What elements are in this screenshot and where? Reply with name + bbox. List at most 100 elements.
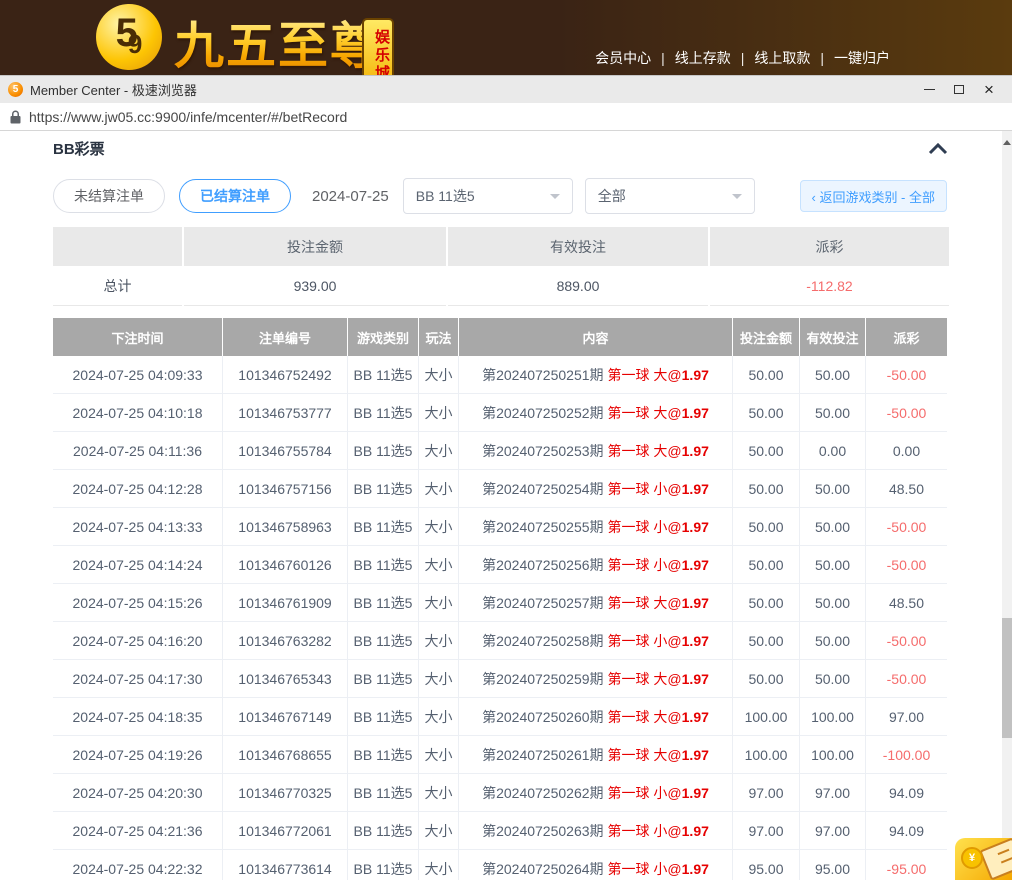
bet-time: 2024-07-25 04:11:36 [53, 432, 223, 470]
bet-id: 101346772061 [223, 812, 348, 850]
bet-content: 第202407250252期 第一球 大@1.97 [459, 394, 733, 432]
collapse-button[interactable] [927, 141, 949, 156]
date-label[interactable]: 2024-07-25 [312, 188, 389, 205]
panel-title: BB彩票 [53, 138, 105, 159]
back-to-category-button[interactable]: ‹ 返回游戏类别 - 全部 [800, 180, 948, 212]
bet-odds: 1.97 [682, 595, 709, 611]
bet-content: 第202407250262期 第一球 小@1.97 [459, 774, 733, 812]
address-bar[interactable]: https://www.jw05.cc:9900/infe/mcenter/#/… [0, 103, 1012, 131]
bet-amount: 50.00 [733, 508, 800, 546]
valid-amount: 50.00 [800, 356, 866, 394]
play-type: 大小 [419, 546, 459, 584]
bet-pick: 第一球 小@1.97 [608, 479, 709, 499]
play-type: 大小 [419, 774, 459, 812]
minimize-icon [924, 89, 935, 90]
browser-favicon-icon: 5 [8, 82, 23, 97]
bet-pick: 第一球 大@1.97 [608, 403, 709, 423]
bet-amount: 95.00 [733, 850, 800, 880]
bet-time: 2024-07-25 04:21:36 [53, 812, 223, 850]
close-icon: × [984, 81, 994, 98]
bet-period: 第202407250262期 [482, 783, 603, 803]
payout-amount: -50.00 [866, 622, 947, 660]
game-category: BB 11选5 [348, 660, 419, 698]
scope-select[interactable]: 全部 [585, 178, 755, 214]
bet-amount: 97.00 [733, 774, 800, 812]
valid-amount: 100.00 [800, 698, 866, 736]
scroll-up-icon[interactable] [1003, 136, 1011, 145]
bet-id: 101346757156 [223, 470, 348, 508]
nav-link-withdraw[interactable]: 线上取款 [754, 48, 810, 68]
bet-content: 第202407250254期 第一球 小@1.97 [459, 470, 733, 508]
play-type: 大小 [419, 584, 459, 622]
summary-total-valid: 889.00 [448, 266, 708, 306]
minimize-button[interactable] [914, 77, 944, 103]
close-button[interactable]: × [974, 77, 1004, 103]
game-category: BB 11选5 [348, 584, 419, 622]
payout-amount: -50.00 [866, 660, 947, 698]
brand-title: 九五至尊 [174, 6, 382, 75]
bet-id: 101346770325 [223, 774, 348, 812]
valid-amount: 50.00 [800, 584, 866, 622]
table-row: 2024-07-25 04:13:33 101346758963 BB 11选5… [53, 508, 947, 546]
bet-odds: 1.97 [682, 557, 709, 573]
bet-amount: 50.00 [733, 394, 800, 432]
bet-period: 第202407250254期 [482, 479, 603, 499]
bet-record-panel: BB彩票 未结算注单 已结算注单 2024-07-25 BB 11选5 全部 ‹… [53, 131, 947, 880]
settled-tab[interactable]: 已结算注单 [179, 179, 291, 213]
payout-amount: -100.00 [866, 736, 947, 774]
game-category: BB 11选5 [348, 812, 419, 850]
bet-odds: 1.97 [682, 443, 709, 459]
maximize-button[interactable] [944, 77, 974, 103]
valid-amount: 97.00 [800, 812, 866, 850]
valid-amount: 50.00 [800, 470, 866, 508]
scrollbar-thumb[interactable] [1002, 618, 1012, 738]
bet-period: 第202407250258期 [482, 631, 603, 651]
bet-period: 第202407250259期 [482, 669, 603, 689]
nav-link-one-key-transfer[interactable]: 一键归户 [834, 48, 890, 68]
bet-amount: 50.00 [733, 432, 800, 470]
valid-amount: 50.00 [800, 622, 866, 660]
bet-id: 101346760126 [223, 546, 348, 584]
bet-content: 第202407250258期 第一球 小@1.97 [459, 622, 733, 660]
payout-amount: 97.00 [866, 698, 947, 736]
bet-content: 第202407250260期 第一球 大@1.97 [459, 698, 733, 736]
payout-amount: -95.00 [866, 850, 947, 880]
bet-amount: 100.00 [733, 698, 800, 736]
url-text: https://www.jw05.cc:9900/infe/mcenter/#/… [29, 109, 347, 125]
bet-id: 101346767149 [223, 698, 348, 736]
payout-amount: 94.09 [866, 774, 947, 812]
game-category: BB 11选5 [348, 698, 419, 736]
nav-link-member-center[interactable]: 会员中心 [595, 48, 651, 68]
bet-id: 101346763282 [223, 622, 348, 660]
nav-separator: | [820, 50, 824, 66]
summary-total-payout: -112.82 [710, 266, 949, 306]
bet-content: 第202407250261期 第一球 大@1.97 [459, 736, 733, 774]
game-category: BB 11选5 [348, 508, 419, 546]
table-row: 2024-07-25 04:15:26 101346761909 BB 11选5… [53, 584, 947, 622]
nav-link-deposit[interactable]: 线上存款 [675, 48, 731, 68]
coin-icon: ¥ [961, 847, 983, 869]
table-row: 2024-07-25 04:14:24 101346760126 BB 11选5… [53, 546, 947, 584]
bet-id: 101346758963 [223, 508, 348, 546]
table-row: 2024-07-25 04:16:20 101346763282 BB 11选5… [53, 622, 947, 660]
bet-pick: 第一球 小@1.97 [608, 555, 709, 575]
game-category: BB 11选5 [348, 622, 419, 660]
game-select[interactable]: BB 11选5 [403, 178, 573, 214]
header-valid-bet: 有效投注 [800, 318, 866, 356]
play-type: 大小 [419, 470, 459, 508]
payout-amount: 48.50 [866, 470, 947, 508]
bet-amount: 50.00 [733, 546, 800, 584]
unsettled-tab[interactable]: 未结算注单 [53, 179, 165, 213]
bet-content: 第202407250257期 第一球 大@1.97 [459, 584, 733, 622]
lock-icon [10, 110, 21, 124]
bet-odds: 1.97 [682, 367, 709, 383]
scrollbar[interactable] [1002, 131, 1012, 880]
play-type: 大小 [419, 622, 459, 660]
maximize-icon [954, 85, 964, 94]
promo-float-button[interactable]: ¥ [955, 838, 1012, 880]
bet-time: 2024-07-25 04:20:30 [53, 774, 223, 812]
bet-content: 第202407250253期 第一球 大@1.97 [459, 432, 733, 470]
bet-pick: 第一球 大@1.97 [608, 593, 709, 613]
bet-time: 2024-07-25 04:13:33 [53, 508, 223, 546]
bet-content: 第202407250259期 第一球 大@1.97 [459, 660, 733, 698]
